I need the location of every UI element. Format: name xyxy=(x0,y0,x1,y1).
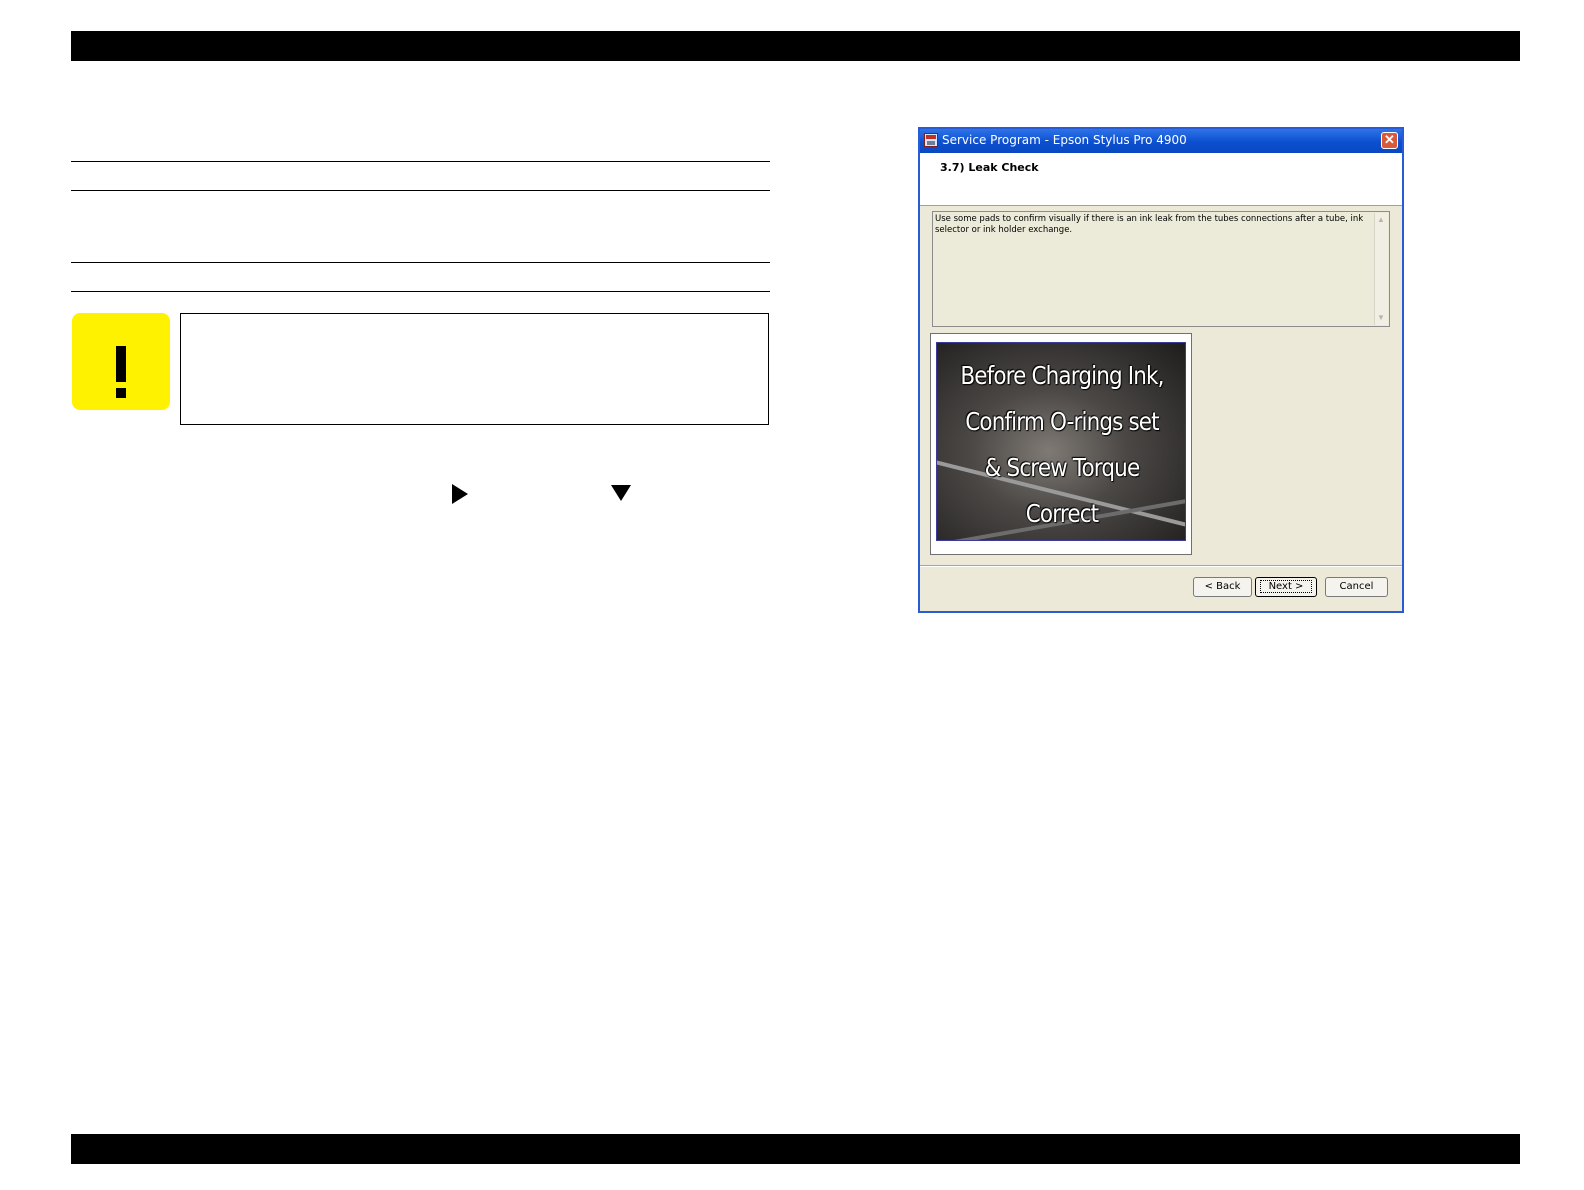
title-bar[interactable]: Service Program - Epson Stylus Pro 4900 … xyxy=(920,129,1402,153)
table-rule xyxy=(71,161,770,162)
back-button[interactable]: < Back xyxy=(1193,577,1252,597)
window-title: Service Program - Epson Stylus Pro 4900 xyxy=(942,133,1187,147)
button-separator xyxy=(920,565,1402,567)
header-panel: 3.7) Leak Check xyxy=(920,153,1402,206)
table-rule xyxy=(71,190,770,191)
scroll-down-icon[interactable]: ▼ xyxy=(1377,313,1385,323)
caution-icon xyxy=(72,313,170,410)
instruction-image-frame: Before Charging Ink, Confirm O-rings set… xyxy=(930,333,1192,555)
image-caption-line: & Screw Torque Correct xyxy=(984,453,1140,528)
vertical-scrollbar[interactable]: ▲ ▼ xyxy=(1374,213,1388,325)
next-button[interactable]: Next > xyxy=(1255,577,1317,597)
step-title: 3.7) Leak Check xyxy=(940,161,1039,174)
description-textbox[interactable]: Use some pads to confirm visually if the… xyxy=(932,211,1390,327)
description-text: Use some pads to confirm visually if the… xyxy=(935,214,1364,235)
footer-bar xyxy=(71,1134,1520,1164)
service-program-window: Service Program - Epson Stylus Pro 4900 … xyxy=(918,127,1404,613)
table-rule xyxy=(71,262,770,263)
caution-box xyxy=(180,313,769,425)
instruction-image: Before Charging Ink, Confirm O-rings set… xyxy=(936,342,1186,541)
down-triangle-icon xyxy=(611,485,631,501)
image-caption-line: Confirm O-rings set xyxy=(965,407,1159,436)
cancel-button[interactable]: Cancel xyxy=(1325,577,1388,597)
header-bar xyxy=(71,31,1520,61)
image-caption: Before Charging Ink, Confirm O-rings set… xyxy=(955,353,1170,537)
table-rule xyxy=(71,291,770,292)
close-button[interactable]: ✕ xyxy=(1381,132,1398,149)
next-button-label: Next > xyxy=(1259,580,1313,593)
image-caption-line: Before Charging Ink, xyxy=(960,361,1164,390)
right-triangle-icon xyxy=(452,484,468,504)
scroll-up-icon[interactable]: ▲ xyxy=(1377,215,1385,225)
app-icon xyxy=(924,133,938,147)
